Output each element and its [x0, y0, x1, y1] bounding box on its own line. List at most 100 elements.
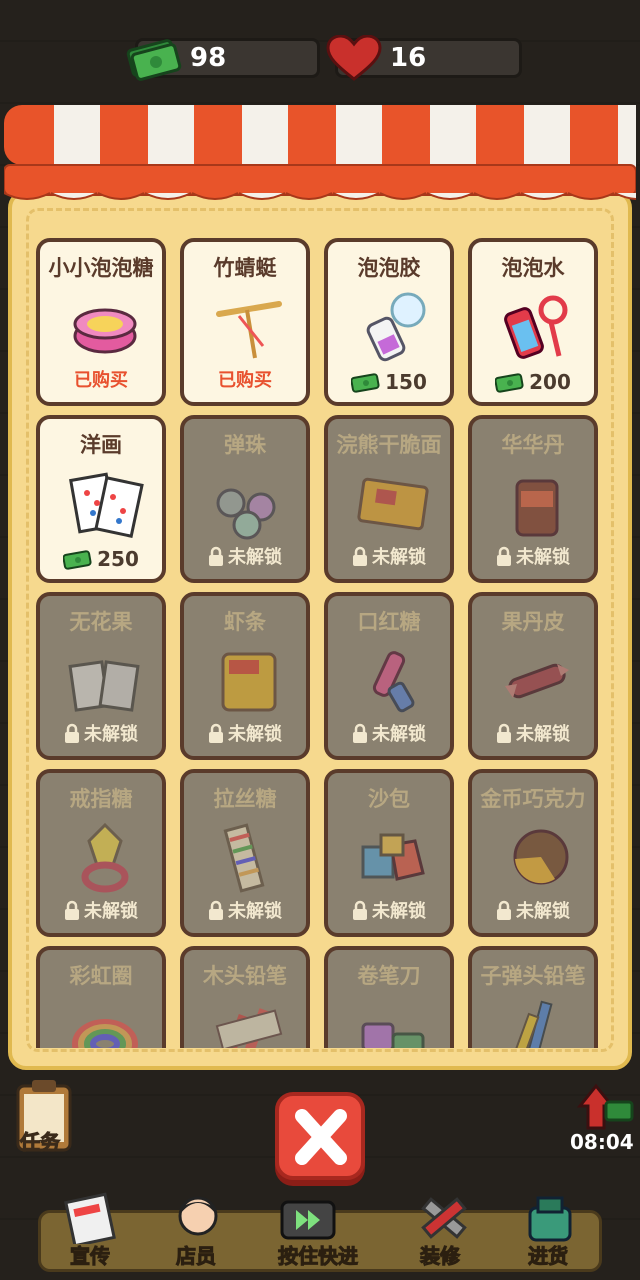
money-value: 98	[190, 43, 227, 73]
item-card-candy-box[interactable]: 华华丹 未解锁	[468, 415, 598, 583]
nav-label[interactable]: 装修	[420, 1240, 461, 1269]
item-name: 华华丹	[501, 433, 565, 457]
upgrade-icon[interactable]	[560, 1082, 634, 1132]
nav-label[interactable]: 进货	[528, 1240, 569, 1269]
sandbag-icon	[353, 817, 433, 897]
rainbow-spring-icon	[65, 994, 145, 1048]
item-card-bubble-glue[interactable]: 泡泡胶 150	[324, 238, 454, 406]
cash-icon	[351, 370, 385, 394]
hearts-value: 16	[390, 43, 427, 73]
price-tag[interactable]: 250	[40, 547, 162, 571]
lock-icon	[64, 723, 84, 745]
item-card-bamboo-dragonfly[interactable]: 竹蜻蜓 已购买	[180, 238, 310, 406]
cash-icon	[126, 39, 182, 81]
item-name: 虾条	[224, 610, 266, 634]
candy-box-icon	[497, 463, 577, 543]
item-name: 子弹头铅笔	[480, 964, 586, 988]
lock-icon	[352, 723, 372, 745]
fig-snack-icon	[65, 640, 145, 720]
item-card-shrimp-chips[interactable]: 虾条 未解锁	[180, 592, 310, 760]
item-name: 彩虹圈	[69, 964, 133, 988]
locked-label: 未解锁	[184, 897, 306, 923]
price-tag[interactable]: 200	[472, 370, 594, 394]
locked-label: 未解锁	[472, 543, 594, 569]
item-card-candy-tin[interactable]: 小小泡泡糖 已购买	[36, 238, 166, 406]
locked-label: 未解锁	[328, 543, 450, 569]
locked-label: 未解锁	[472, 897, 594, 923]
item-grid: 小小泡泡糖 已购买 竹蜻蜓 已购买 泡泡胶 150 泡泡水 200 洋画 250 弹珠 未…	[36, 238, 602, 1048]
bullet-pencil-icon	[497, 994, 577, 1048]
item-card-bullet-pencil[interactable]: 子弹头铅笔 未解锁	[468, 946, 598, 1048]
bubble-glue-icon	[353, 286, 433, 366]
picture-cards-icon	[65, 463, 145, 543]
item-card-noodle-snack[interactable]: 浣熊干脆面 未解锁	[324, 415, 454, 583]
lipstick-candy-icon	[353, 640, 433, 720]
lock-icon	[352, 546, 372, 568]
item-name: 木头铅笔	[203, 964, 287, 988]
item-name: 浣熊干脆面	[336, 433, 442, 457]
item-card-bubble-water[interactable]: 泡泡水 200	[468, 238, 598, 406]
money-counter: 98	[126, 38, 320, 81]
item-card-strip-candy[interactable]: 拉丝糖 未解锁	[180, 769, 310, 937]
heart-icon	[326, 35, 382, 81]
locked-label: 未解锁	[40, 897, 162, 923]
price-value: 250	[97, 547, 139, 571]
item-card-rainbow-spring[interactable]: 彩虹圈 未解锁	[36, 946, 166, 1048]
close-icon	[295, 1109, 347, 1165]
nav-label[interactable]: 店员	[176, 1240, 217, 1269]
lock-icon	[208, 723, 228, 745]
tools-icon[interactable]	[412, 1192, 472, 1244]
fast-forward-icon[interactable]	[278, 1192, 338, 1244]
item-card-picture-cards[interactable]: 洋画 250	[36, 415, 166, 583]
shrimp-chips-icon	[209, 640, 289, 720]
item-name: 戒指糖	[69, 787, 133, 811]
item-card-sandbag[interactable]: 沙包 未解锁	[324, 769, 454, 937]
item-name: 弹珠	[224, 433, 266, 457]
item-card-fig-snack[interactable]: 无花果 未解锁	[36, 592, 166, 760]
nav-label[interactable]: 按住快进	[278, 1240, 359, 1269]
close-button[interactable]	[275, 1092, 365, 1180]
item-card-coin-chocolate[interactable]: 金币巧克力 未解锁	[468, 769, 598, 937]
price-value: 150	[385, 370, 427, 394]
item-name: 口红糖	[357, 610, 421, 634]
item-card-fruit-roll[interactable]: 果丹皮 未解锁	[468, 592, 598, 760]
lock-icon	[64, 900, 84, 922]
bubble-water-icon	[497, 286, 577, 366]
item-name: 金币巧克力	[480, 787, 586, 811]
lock-icon	[352, 900, 372, 922]
locked-label: 未解锁	[328, 897, 450, 923]
item-card-ring-candy[interactable]: 戒指糖 未解锁	[36, 769, 166, 937]
cash-icon	[495, 370, 529, 394]
stock-icon[interactable]	[520, 1192, 580, 1244]
strip-candy-icon	[209, 817, 289, 897]
price-value: 200	[529, 370, 571, 394]
task-label: 任务	[20, 1130, 61, 1155]
item-name: 竹蜻蜓	[213, 256, 277, 280]
lock-icon	[496, 900, 516, 922]
locked-label: 未解锁	[184, 543, 306, 569]
item-name: 卷笔刀	[357, 964, 421, 988]
lock-icon	[496, 723, 516, 745]
restock-timer: 08:04	[570, 1130, 634, 1154]
item-card-lipstick-candy[interactable]: 口红糖 未解锁	[324, 592, 454, 760]
promo-icon[interactable]	[62, 1192, 122, 1244]
cash-icon	[63, 547, 97, 571]
hearts-counter: 16	[326, 35, 522, 81]
item-card-wood-pencil[interactable]: 木头铅笔 未解锁	[180, 946, 310, 1048]
purchased-label: 已购买	[74, 370, 128, 391]
item-card-sharpener[interactable]: 卷笔刀 未解锁	[324, 946, 454, 1048]
item-name: 沙包	[368, 787, 410, 811]
shop-awning	[4, 105, 636, 200]
locked-label: 未解锁	[184, 720, 306, 746]
clerk-icon[interactable]	[168, 1192, 228, 1244]
lock-icon	[208, 900, 228, 922]
locked-label: 未解锁	[472, 720, 594, 746]
item-name: 无花果	[69, 610, 133, 634]
item-name: 小小泡泡糖	[48, 256, 154, 280]
item-name: 泡泡胶	[357, 256, 421, 280]
item-card-marbles[interactable]: 弹珠 未解锁	[180, 415, 310, 583]
noodle-snack-icon	[353, 463, 433, 543]
nav-label[interactable]: 宣传	[70, 1240, 111, 1269]
price-tag[interactable]: 150	[328, 370, 450, 394]
item-name: 果丹皮	[501, 610, 565, 634]
